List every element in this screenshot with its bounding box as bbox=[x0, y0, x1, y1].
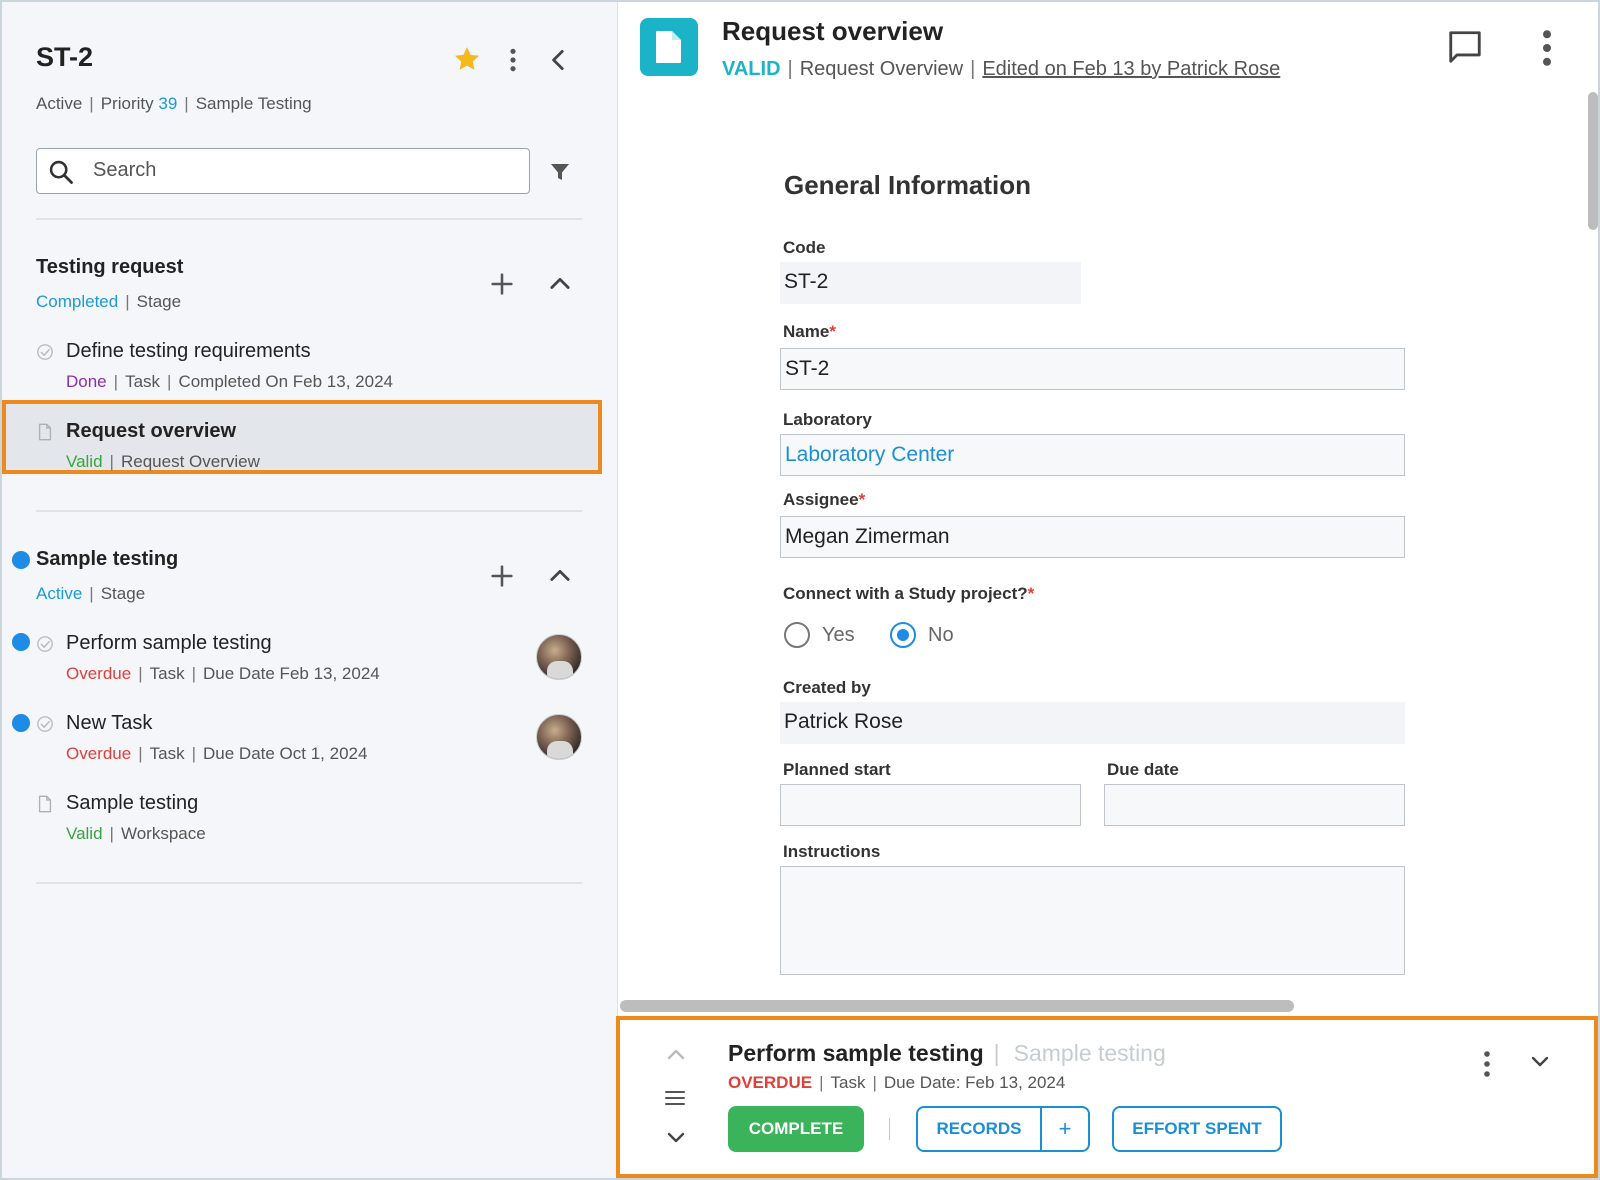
status-dot bbox=[12, 551, 30, 569]
task-meta: OVERDUE | Task | Due Date: Feb 13, 2024 bbox=[728, 1073, 1066, 1092]
item-meta: Valid | Request Overview bbox=[66, 452, 260, 471]
code-field: ST-2 bbox=[780, 262, 1081, 304]
chevron-down-icon[interactable] bbox=[1528, 1052, 1552, 1072]
item-meta: Done | Task | Completed On Feb 13, 2024 bbox=[66, 372, 393, 391]
search-input[interactable] bbox=[93, 149, 523, 192]
project-meta: Active | Priority 39 | Sample Testing bbox=[36, 94, 312, 113]
complete-button[interactable]: COMPLETE bbox=[728, 1106, 864, 1152]
instructions-field[interactable] bbox=[780, 866, 1405, 975]
document-icon bbox=[38, 423, 52, 441]
project-status: Active bbox=[36, 94, 83, 113]
form-heading: General Information bbox=[784, 170, 1032, 200]
vertical-scrollbar[interactable] bbox=[1588, 92, 1598, 230]
item-title: Request overview bbox=[66, 420, 237, 442]
radio-no-label: No bbox=[928, 624, 954, 646]
effort-spent-button[interactable]: EFFORT SPENT bbox=[1112, 1106, 1282, 1152]
check-circle-icon bbox=[37, 636, 53, 652]
star-icon[interactable] bbox=[452, 44, 482, 74]
section-title-testing-request[interactable]: Testing request bbox=[36, 256, 183, 279]
laboratory-label: Laboratory bbox=[783, 410, 872, 429]
chevron-left-icon[interactable] bbox=[546, 46, 572, 74]
add-record-button[interactable]: + bbox=[1040, 1106, 1090, 1152]
document-icon bbox=[656, 31, 681, 63]
kebab-icon[interactable] bbox=[1532, 28, 1562, 68]
search-icon bbox=[49, 160, 73, 184]
chevron-up-icon[interactable] bbox=[664, 1044, 688, 1064]
chevron-up-icon[interactable] bbox=[546, 562, 574, 590]
kebab-icon[interactable] bbox=[1476, 1048, 1498, 1080]
project-title: ST-2 bbox=[36, 42, 94, 72]
item-title: Define testing requirements bbox=[66, 340, 311, 362]
name-label: Name* bbox=[783, 322, 836, 341]
page-title: Request overview bbox=[722, 16, 944, 46]
divider bbox=[36, 882, 582, 884]
check-circle-icon bbox=[37, 716, 53, 732]
assignee-field[interactable]: Megan Zimerman bbox=[780, 516, 1405, 558]
chevron-down-icon[interactable] bbox=[664, 1128, 688, 1148]
chat-bubble-icon[interactable] bbox=[1446, 28, 1484, 66]
item-title: New Task bbox=[66, 712, 153, 734]
menu-icon[interactable] bbox=[664, 1088, 686, 1108]
due-date-label: Due date bbox=[1107, 760, 1179, 779]
item-meta: Overdue | Task | Due Date Oct 1, 2024 bbox=[66, 744, 368, 763]
assignee-label: Assignee* bbox=[783, 490, 866, 509]
created-by-field: Patrick Rose bbox=[780, 702, 1405, 744]
chevron-up-icon[interactable] bbox=[546, 270, 574, 298]
priority-label: Priority bbox=[100, 94, 154, 113]
document-badge bbox=[640, 18, 698, 76]
due-date-field[interactable] bbox=[1104, 784, 1405, 826]
planned-start-field[interactable] bbox=[780, 784, 1081, 826]
item-meta: Valid | Workspace bbox=[66, 824, 206, 843]
kebab-icon[interactable] bbox=[500, 46, 526, 74]
planned-start-label: Planned start bbox=[783, 760, 891, 779]
avatar[interactable] bbox=[536, 714, 582, 760]
document-icon bbox=[38, 795, 52, 813]
task-context: Sample testing bbox=[1013, 1040, 1166, 1066]
item-title: Sample testing bbox=[66, 792, 199, 814]
item-meta: Overdue | Task | Due Date Feb 13, 2024 bbox=[66, 664, 380, 683]
project-workspace: Sample Testing bbox=[195, 94, 312, 113]
instructions-label: Instructions bbox=[783, 842, 881, 861]
divider bbox=[36, 218, 582, 220]
radio-yes-label: Yes bbox=[822, 624, 855, 646]
priority-value: 39 bbox=[158, 94, 178, 113]
radio-no[interactable] bbox=[890, 622, 916, 648]
created-by-label: Created by bbox=[783, 678, 871, 697]
divider bbox=[889, 1118, 890, 1140]
filter-icon[interactable] bbox=[548, 160, 572, 184]
task-title: Perform sample testing | Sample testing bbox=[728, 1040, 1166, 1066]
status-badge: VALID bbox=[722, 58, 781, 80]
divider bbox=[36, 510, 582, 512]
section-title-sample-testing[interactable]: Sample testing bbox=[36, 548, 178, 571]
section-meta: Active | Stage bbox=[36, 584, 146, 603]
plus-icon[interactable] bbox=[488, 562, 516, 590]
section-meta: Completed | Stage bbox=[36, 292, 182, 311]
edited-link[interactable]: Edited on Feb 13 by Patrick Rose bbox=[982, 58, 1280, 80]
search-box bbox=[36, 148, 530, 194]
records-button[interactable]: RECORDS bbox=[916, 1106, 1042, 1152]
code-label: Code bbox=[783, 238, 826, 257]
status-badge: OVERDUE bbox=[728, 1073, 813, 1092]
status-dot bbox=[12, 633, 30, 651]
status-dot bbox=[12, 714, 30, 732]
laboratory-field[interactable]: Laboratory Center bbox=[780, 434, 1405, 476]
page-meta: VALID | Request Overview | Edited on Feb 13 … bbox=[722, 58, 1281, 80]
horizontal-scrollbar[interactable] bbox=[620, 1000, 1294, 1012]
connect-label: Connect with a Study project?* bbox=[783, 584, 1035, 603]
item-title: Perform sample testing bbox=[66, 632, 272, 654]
check-circle-icon bbox=[37, 344, 53, 360]
plus-icon[interactable] bbox=[488, 270, 516, 298]
radio-yes[interactable] bbox=[784, 622, 810, 648]
avatar[interactable] bbox=[536, 634, 582, 680]
name-field[interactable]: ST-2 bbox=[780, 348, 1405, 390]
